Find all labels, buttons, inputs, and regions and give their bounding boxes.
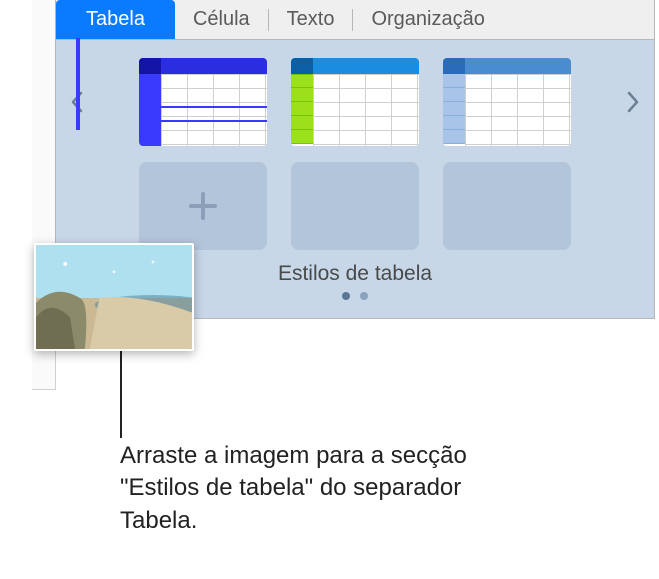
table-style-2[interactable] xyxy=(291,58,419,146)
plus-icon xyxy=(183,186,223,226)
add-style-slot[interactable] xyxy=(139,162,267,250)
empty-style-slot[interactable] xyxy=(291,162,419,250)
tab-arrange[interactable]: Organização xyxy=(353,0,502,39)
tab-cell[interactable]: Célula xyxy=(175,0,268,39)
pager-dot-1[interactable] xyxy=(342,292,350,300)
empty-style-slots xyxy=(98,162,612,250)
table-styles-row xyxy=(68,58,642,146)
style-thumbnails xyxy=(96,58,614,146)
tab-table[interactable]: Tabela xyxy=(56,0,175,39)
callout-text: Arraste a imagem para a secção "Estilos … xyxy=(120,440,500,537)
beach-photo-icon xyxy=(36,245,192,349)
chevron-right-icon xyxy=(626,91,640,113)
next-styles-button[interactable] xyxy=(624,88,642,116)
inspector-tabs: Tabela Célula Texto Organização xyxy=(56,0,654,40)
dragged-image-thumbnail[interactable] xyxy=(34,243,194,351)
table-style-3[interactable] xyxy=(443,58,571,146)
callout-leader-line xyxy=(120,350,122,438)
table-style-1[interactable] xyxy=(139,58,267,146)
empty-style-slot[interactable] xyxy=(443,162,571,250)
pager-dot-2[interactable] xyxy=(360,292,368,300)
tab-text[interactable]: Texto xyxy=(269,0,353,39)
